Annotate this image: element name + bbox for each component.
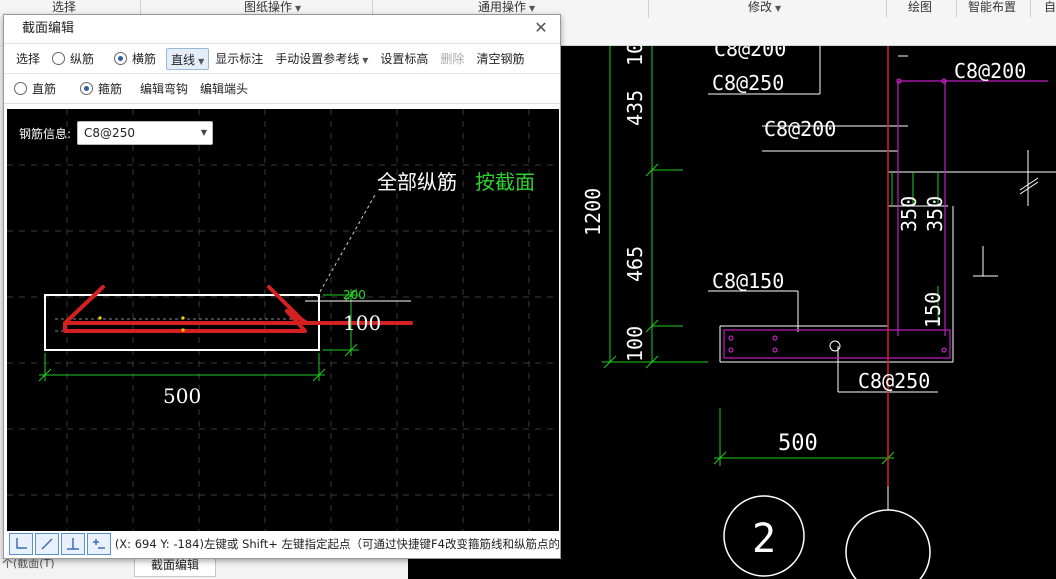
dim-label-350-b: 350 (923, 196, 947, 232)
dim-label-100-top: 100 (623, 46, 647, 66)
app-root: 选择 图纸操作 ▼ 通用操作 ▼ 修改 ▼ 绘图 智能布置 自 个(截面(T) 截面编… (0, 0, 1056, 579)
radio-dot (52, 52, 66, 65)
ribbon-group-draw[interactable]: 绘图 (908, 0, 932, 14)
dim-label-1200: 1200 (581, 188, 605, 236)
radio-label: 横筋 (132, 52, 157, 66)
dim-label-465: 465 (623, 246, 647, 282)
close-icon[interactable]: ✕ (532, 18, 550, 38)
clear-rebar-button[interactable]: 清空钢筋 (470, 48, 530, 70)
status-hint: 左键或 Shift+ 左键指定起点（可通过快捷键F4改变箍筋线和纵筋点的 (203, 537, 559, 551)
vertical-dimension-chain (602, 46, 708, 369)
ribbon-group-smart-layout[interactable]: 智能布置 (968, 0, 1016, 14)
ribbon-group-drawing-ops[interactable]: 图纸操作 ▼ (244, 0, 301, 14)
radio-transverse[interactable]: 横筋 (108, 48, 162, 70)
dim-label-100-bottom: 100 (623, 326, 647, 362)
status-bar: (X: 694 Y: -184)左键或 Shift+ 左键指定起点（可通过快捷键… (7, 531, 559, 557)
outline-lines (708, 46, 1056, 393)
axis-bubble-label: 2 (752, 516, 776, 562)
rebar-label-c8-150: C8@150 (712, 269, 784, 293)
rebar-label-c8-200-a: C8@200 (714, 46, 786, 61)
chevron-down-icon: ▼ (198, 56, 205, 66)
rebar-label-c8-200-b: C8@200 (954, 59, 1026, 83)
dim-label-100: 100 (343, 311, 381, 335)
ribbon-group-modify[interactable]: 修改 ▼ (748, 0, 781, 14)
section-canvas[interactable]: 全部纵筋 按截面 200 500 100 钢筋信息: C8@250 ▼ (7, 109, 559, 531)
manual-ref-line-dropdown[interactable]: 手动设置参考线 ▼ (269, 48, 374, 70)
rebar-label-c8-250-b: C8@250 (858, 369, 930, 393)
radio-straight-rebar[interactable]: 直筋 (8, 78, 62, 100)
ribbon-divider (1030, 0, 1031, 18)
edit-end-button[interactable]: 编辑端头 (194, 78, 254, 100)
dialog-title-bar[interactable]: 截面编辑 ✕ (4, 15, 560, 43)
section-edit-dialog: 截面编辑 ✕ 选择 纵筋 横筋 直线 ▼ 显示标注 手动设置参考线 ▼ 设置标高 删… (3, 14, 561, 559)
radio-longitudinal[interactable]: 纵筋 (46, 48, 100, 70)
add-snap-icon (92, 539, 105, 549)
select-button[interactable]: 选择 (10, 48, 46, 70)
dim-label-150: 150 (921, 292, 945, 328)
rebar-info-value: C8@250 (84, 126, 135, 140)
dim-label-435: 435 (623, 90, 647, 126)
rebar-point (181, 328, 185, 332)
rebar-label-c8-200-c: C8@200 (764, 117, 836, 141)
chevron-down-icon: ▼ (362, 55, 369, 65)
dim-label-500: 500 (778, 431, 818, 456)
radio-dot (14, 82, 27, 95)
chevron-down-icon: ▼ (775, 4, 782, 13)
radio-label: 箍筋 (98, 82, 123, 96)
axis-bubble (845, 509, 931, 579)
diagonal-snap-icon (41, 538, 53, 550)
rebar-point (98, 316, 102, 320)
status-message: (X: 694 Y: -184)左键或 Shift+ 左键指定起点（可通过快捷键… (115, 536, 559, 552)
snap-add-button[interactable] (86, 533, 111, 555)
radio-dot-checked (114, 52, 128, 65)
chevron-down-icon: ▼ (200, 128, 208, 137)
ribbon-divider (886, 0, 887, 18)
rebar-info-row: 钢筋信息: C8@250 ▼ (19, 121, 214, 145)
leader-text-by-section: 按截面 (475, 170, 535, 194)
delete-button[interactable]: 删除 (434, 48, 470, 70)
snap-perpendicular-button[interactable] (60, 533, 85, 555)
leader-text-all-longitudinal: 全部纵筋 (377, 170, 457, 194)
status-coords: (X: 694 Y: -184) (114, 537, 204, 551)
ribbon-group-select[interactable]: 选择 (52, 0, 76, 14)
dim-label-350-a: 350 (897, 196, 921, 232)
chevron-down-icon: ▼ (529, 4, 536, 13)
ribbon-divider (648, 0, 649, 18)
dialog-title: 截面编辑 (22, 21, 75, 36)
toolbar-primary: 选择 纵筋 横筋 直线 ▼ 显示标注 手动设置参考线 ▼ 设置标高 删除 清空钢筋 (4, 43, 560, 73)
snap-orthogonal-button[interactable] (9, 533, 33, 555)
show-annotation-button[interactable]: 显示标注 (209, 48, 269, 70)
radio-label: 直筋 (32, 82, 57, 96)
line-mode-dropdown[interactable]: 直线 ▼ (166, 47, 210, 70)
leader-line (316, 194, 376, 298)
snap-angle-button[interactable] (34, 533, 59, 555)
rebar-point (181, 316, 185, 320)
ribbon-group-auto[interactable]: 自 (1044, 0, 1056, 14)
radio-stirrup[interactable]: 箍筋 (74, 78, 128, 100)
dim-label-200: 200 (343, 288, 366, 302)
toolbar-secondary: 直筋 箍筋 编辑弯钩 编辑端头 (4, 73, 560, 104)
chevron-down-icon: ▼ (295, 4, 302, 13)
perpendicular-snap-icon (66, 538, 79, 550)
ribbon-divider (956, 0, 957, 18)
rebar-info-select[interactable]: C8@250 ▼ (77, 121, 214, 145)
ribbon-group-common-ops[interactable]: 通用操作 ▼ (478, 0, 535, 14)
edit-hook-button[interactable]: 编辑弯钩 (134, 78, 194, 100)
rebar-label-c8-250-a: C8@250 (712, 71, 784, 95)
radio-dot-checked (80, 82, 94, 95)
rebar-info-label: 钢筋信息: (19, 126, 72, 141)
radio-label: 纵筋 (70, 52, 95, 66)
dim-label-500: 500 (163, 384, 201, 408)
set-elevation-button[interactable]: 设置标高 (374, 48, 434, 70)
orthogonal-snap-icon (16, 538, 27, 549)
section-drawing: 全部纵筋 按截面 200 500 100 (7, 109, 559, 531)
